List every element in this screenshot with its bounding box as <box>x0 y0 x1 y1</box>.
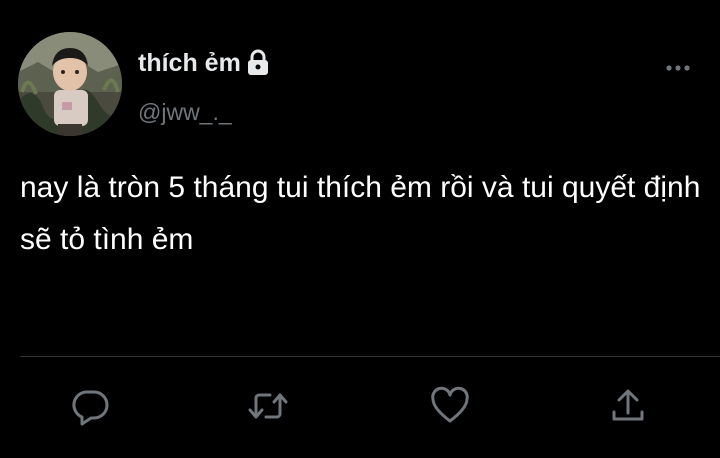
lock-icon <box>246 49 270 77</box>
author-handle[interactable]: @jww_._ <box>138 98 232 126</box>
tweet-text: nay là tròn 5 tháng tui thích ẻm rồi và … <box>20 171 701 256</box>
heart-icon <box>431 386 469 423</box>
retweet-arrows-icon <box>248 393 288 419</box>
upload-arrow-icon <box>612 389 644 421</box>
avatar[interactable] <box>18 32 122 136</box>
author-display-name-row[interactable]: thích ẻm <box>138 48 270 78</box>
speech-bubble-icon <box>72 390 109 426</box>
more-horizontal-icon[interactable] <box>664 58 692 78</box>
divider <box>20 356 720 357</box>
share-button[interactable] <box>608 386 648 426</box>
like-button[interactable] <box>430 386 470 426</box>
reply-button[interactable] <box>70 386 110 426</box>
author-display-name[interactable]: thích ẻm <box>138 48 241 78</box>
retweet-button[interactable] <box>248 386 288 426</box>
